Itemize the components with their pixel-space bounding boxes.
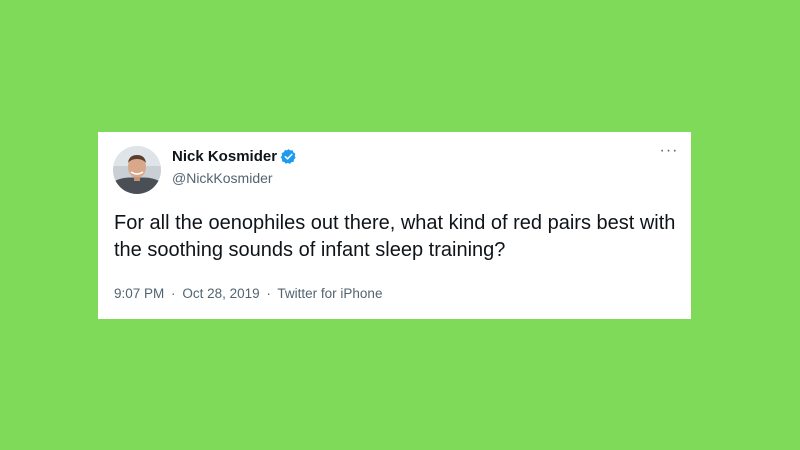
verified-badge-icon xyxy=(280,148,297,165)
separator: · xyxy=(171,286,176,301)
display-name[interactable]: Nick Kosmider xyxy=(172,148,297,165)
tweet-metadata: 9:07 PM · Oct 28, 2019 · Twitter for iPh… xyxy=(114,286,382,301)
tweet-text: For all the oenophiles out there, what k… xyxy=(114,212,676,261)
tweet-time[interactable]: 9:07 PM xyxy=(114,286,164,301)
display-name-text[interactable]: Nick Kosmider xyxy=(172,148,277,165)
user-handle[interactable]: @NickKosmider xyxy=(172,170,273,186)
separator: · xyxy=(266,286,271,301)
tweet-date[interactable]: Oct 28, 2019 xyxy=(182,286,259,301)
avatar[interactable] xyxy=(113,146,161,194)
tweet-card[interactable]: Nick Kosmider @NickKosmider ··· For all … xyxy=(98,132,691,319)
more-options-icon[interactable]: ··· xyxy=(659,143,679,160)
tweet-source[interactable]: Twitter for iPhone xyxy=(277,286,382,301)
